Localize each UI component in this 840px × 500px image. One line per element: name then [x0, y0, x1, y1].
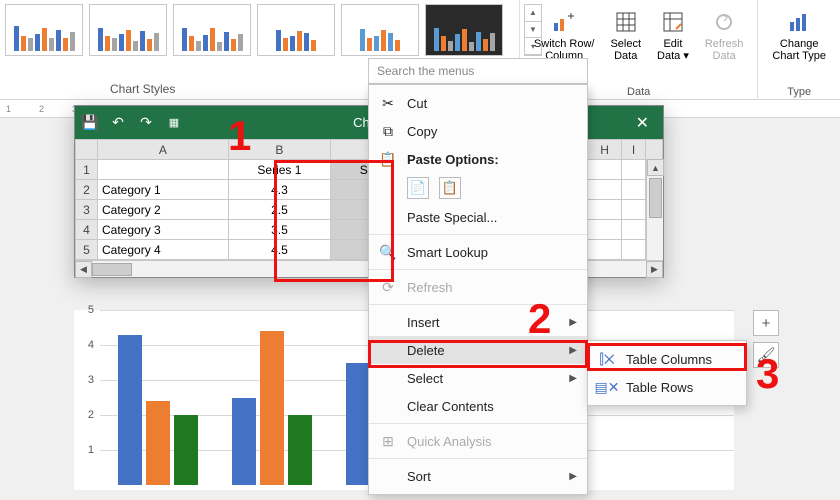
quick-access-toolbar: 💾 ↶ ↷ ▦	[81, 114, 183, 132]
redo-icon[interactable]: ↷	[137, 114, 155, 132]
quick-analysis-menu-item: ⊞Quick Analysis	[369, 427, 587, 455]
chart-style-thumb[interactable]	[173, 4, 251, 56]
row-header[interactable]: 3	[76, 200, 98, 220]
delete-submenu: ⫿✕Table Columns ▤✕Table Rows	[587, 340, 747, 406]
refresh-icon	[710, 8, 738, 36]
chart-styles-group-label: Chart Styles	[110, 82, 175, 96]
row-header[interactable]: 5	[76, 240, 98, 260]
chart-style-thumb[interactable]	[341, 4, 419, 56]
chart-type-icon	[785, 8, 813, 36]
chart-bar[interactable]	[174, 415, 198, 485]
chart-bar[interactable]	[288, 415, 312, 485]
context-menu: ✂Cut ⧉Copy 📋Paste Options: 📄 📋 Paste Spe…	[368, 84, 588, 495]
analysis-icon: ⊞	[379, 433, 397, 450]
chart-bar[interactable]	[260, 331, 284, 485]
cell[interactable]: Category 3	[98, 220, 229, 240]
row-header[interactable]: 2	[76, 180, 98, 200]
delete-row-icon: ▤✕	[598, 379, 616, 396]
paste-option-icon[interactable]: 📄	[407, 177, 429, 199]
scroll-left-icon[interactable]: ◀	[75, 261, 92, 278]
chart-style-thumb[interactable]	[425, 4, 503, 56]
delete-menu-item[interactable]: Delete▶	[369, 336, 587, 364]
paste-option-icon[interactable]: 📋	[439, 177, 461, 199]
submenu-arrow-icon: ▶	[569, 345, 577, 356]
refresh-data-button: Refresh Data	[701, 6, 748, 64]
chart-style-thumb[interactable]	[257, 4, 335, 56]
switch-row-column-button[interactable]: Switch Row/ Column	[530, 6, 599, 64]
row-header[interactable]: 1	[76, 160, 98, 180]
copy-menu-item[interactable]: ⧉Copy	[369, 117, 587, 145]
column-header[interactable]: A	[98, 140, 229, 160]
column-header[interactable]: B	[228, 140, 330, 160]
paste-special-menu-item[interactable]: Paste Special...	[369, 203, 587, 231]
scroll-right-icon[interactable]: ▶	[646, 261, 663, 278]
save-icon[interactable]: 💾	[81, 114, 99, 132]
chart-styles-button[interactable]: 🖌	[753, 342, 779, 368]
paste-icon: 📋	[379, 151, 397, 168]
chart-styles-gallery	[5, 4, 503, 56]
select-menu-item[interactable]: Select▶	[369, 364, 587, 392]
submenu-arrow-icon: ▶	[569, 471, 577, 482]
chart-bar[interactable]	[118, 335, 142, 486]
cell[interactable]	[98, 160, 229, 180]
grid-icon	[612, 8, 640, 36]
clear-contents-menu-item[interactable]: Clear Contents	[369, 392, 587, 420]
search-placeholder: Search the menus	[377, 64, 474, 78]
cell[interactable]: Category 4	[98, 240, 229, 260]
cell[interactable]: Category 1	[98, 180, 229, 200]
bar-group	[118, 335, 198, 486]
scroll-thumb[interactable]	[92, 263, 132, 276]
type-group: Change Chart Type Type	[757, 0, 840, 100]
chart-bar[interactable]	[146, 401, 170, 485]
edit-data-icon	[659, 8, 687, 36]
cell[interactable]: 4.3	[228, 180, 330, 200]
chart-style-thumb[interactable]	[5, 4, 83, 56]
row-header[interactable]: 4	[76, 220, 98, 240]
cell[interactable]: Category 2	[98, 200, 229, 220]
column-header[interactable]	[76, 140, 98, 160]
chart-bar[interactable]	[346, 363, 370, 486]
smart-lookup-menu-item[interactable]: 🔍Smart Lookup	[369, 238, 587, 266]
table-columns-menu-item[interactable]: ⫿✕Table Columns	[588, 345, 746, 373]
cell[interactable]: Series 1	[228, 160, 330, 180]
change-chart-type-button[interactable]: Change Chart Type	[768, 6, 830, 64]
insert-menu-item[interactable]: Insert▶	[369, 308, 587, 336]
edit-data-button[interactable]: Edit Data ▾	[653, 6, 693, 64]
undo-icon[interactable]: ↶	[109, 114, 127, 132]
submenu-arrow-icon: ▶	[569, 317, 577, 328]
y-axis: 54321	[74, 310, 96, 490]
scroll-up-icon[interactable]: ▲	[647, 159, 664, 176]
lookup-icon: 🔍	[379, 244, 397, 261]
refresh-icon: ⟳	[379, 279, 397, 296]
copy-icon: ⧉	[379, 123, 397, 140]
submenu-arrow-icon: ▶	[569, 373, 577, 384]
cell[interactable]: 3.5	[228, 220, 330, 240]
cut-icon: ✂	[379, 95, 397, 112]
bar-group	[232, 331, 312, 485]
cut-menu-item[interactable]: ✂Cut	[369, 89, 587, 117]
chart-element-buttons: + 🖌	[753, 310, 779, 368]
switch-icon	[550, 8, 578, 36]
customize-qat-icon[interactable]: ▦	[165, 114, 183, 132]
data-group-label: Data	[627, 86, 650, 98]
paste-options-row: 📄 📋	[369, 173, 587, 203]
refresh-menu-item: ⟳Refresh	[369, 273, 587, 301]
delete-column-icon: ⫿✕	[598, 351, 616, 368]
type-group-label: Type	[787, 86, 811, 98]
paste-options-label: 📋Paste Options:	[369, 145, 587, 173]
scroll-thumb[interactable]	[649, 178, 662, 218]
chart-style-thumb[interactable]	[89, 4, 167, 56]
cell[interactable]: 4.5	[228, 240, 330, 260]
chart-elements-button[interactable]: +	[753, 310, 779, 336]
vertical-scrollbar[interactable]: ▲	[646, 159, 663, 260]
chart-bar[interactable]	[232, 398, 256, 486]
close-button[interactable]: ✕	[628, 113, 657, 133]
table-rows-menu-item[interactable]: ▤✕Table Rows	[588, 373, 746, 401]
select-data-button[interactable]: Select Data	[606, 6, 645, 64]
cell[interactable]: 2.5	[228, 200, 330, 220]
sort-menu-item[interactable]: Sort▶	[369, 462, 587, 490]
menu-search-input[interactable]: Search the menus	[368, 58, 588, 84]
